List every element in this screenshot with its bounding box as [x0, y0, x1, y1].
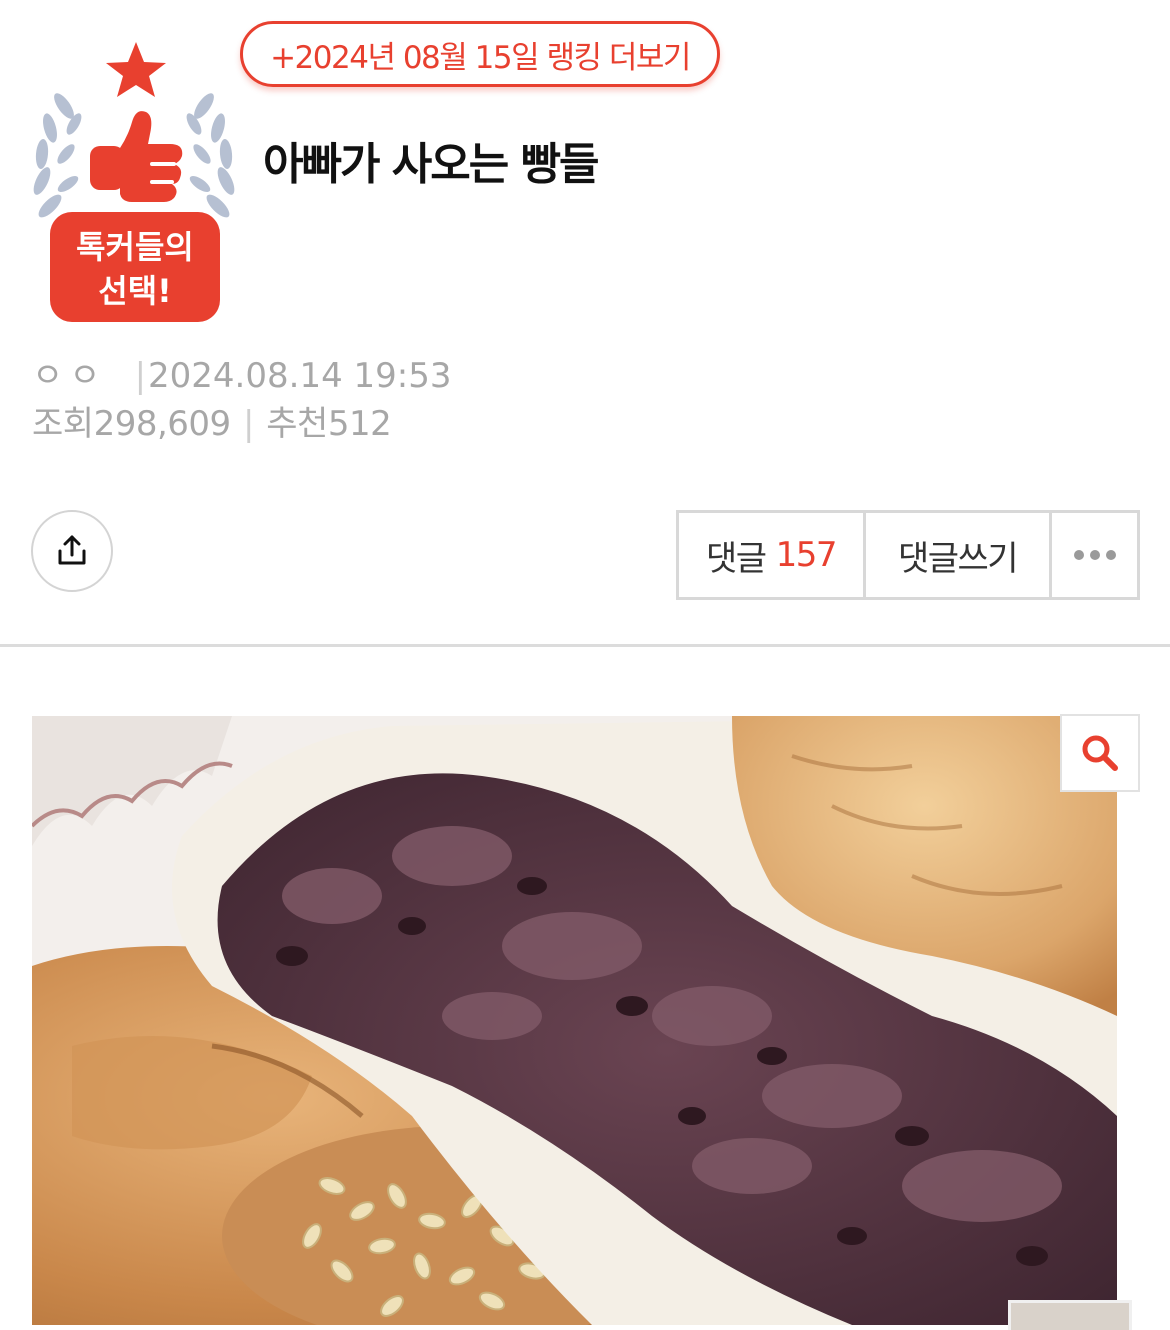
meta-separator: | — [242, 404, 254, 444]
post-stats: 조회298,609 | 추천512 — [32, 396, 392, 445]
section-divider — [0, 644, 1170, 647]
badge-line1: 톡커들의 — [76, 228, 194, 266]
more-button[interactable] — [1052, 513, 1137, 597]
post-title: 아빠가 사오는 빵들 — [263, 139, 599, 190]
ranking-more-link[interactable]: +2024년 08월 15일 랭킹 더보기 — [240, 21, 720, 87]
image-overlay-box — [1008, 1300, 1132, 1330]
comments-count: 157 — [775, 535, 838, 575]
views-count: 298,609 — [93, 404, 232, 444]
recommend-count: 512 — [327, 404, 392, 444]
badge-line2: 선택! — [98, 272, 171, 310]
comments-label: 댓글 — [706, 538, 767, 579]
thumbs-up-icon — [90, 111, 183, 202]
share-icon — [58, 535, 86, 565]
zoom-button[interactable] — [1060, 714, 1140, 792]
comments-button[interactable]: 댓글 157 — [679, 513, 866, 597]
comment-actions: 댓글 157 댓글쓰기 — [676, 510, 1140, 600]
share-button[interactable] — [31, 510, 113, 592]
write-comment-button[interactable]: 댓글쓰기 — [866, 513, 1052, 597]
post-meta: ㅇㅇ |2024.08.14 19:53 — [32, 348, 452, 397]
red-bean-bun-photo[interactable] — [32, 716, 1117, 1325]
post-date: 2024.08.14 19:53 — [148, 356, 452, 396]
views-label: 조회 — [32, 404, 94, 444]
search-icon — [1082, 735, 1118, 771]
author-name[interactable]: ㅇㅇ — [32, 356, 107, 396]
talkers-choice-badge: 톡커들의 선택! — [33, 42, 235, 322]
meta-separator: | — [134, 356, 147, 396]
more-dots-icon — [1073, 550, 1116, 560]
write-comment-label: 댓글쓰기 — [897, 538, 1019, 579]
recommend-label: 추천 — [266, 404, 328, 444]
star-icon — [106, 42, 166, 97]
